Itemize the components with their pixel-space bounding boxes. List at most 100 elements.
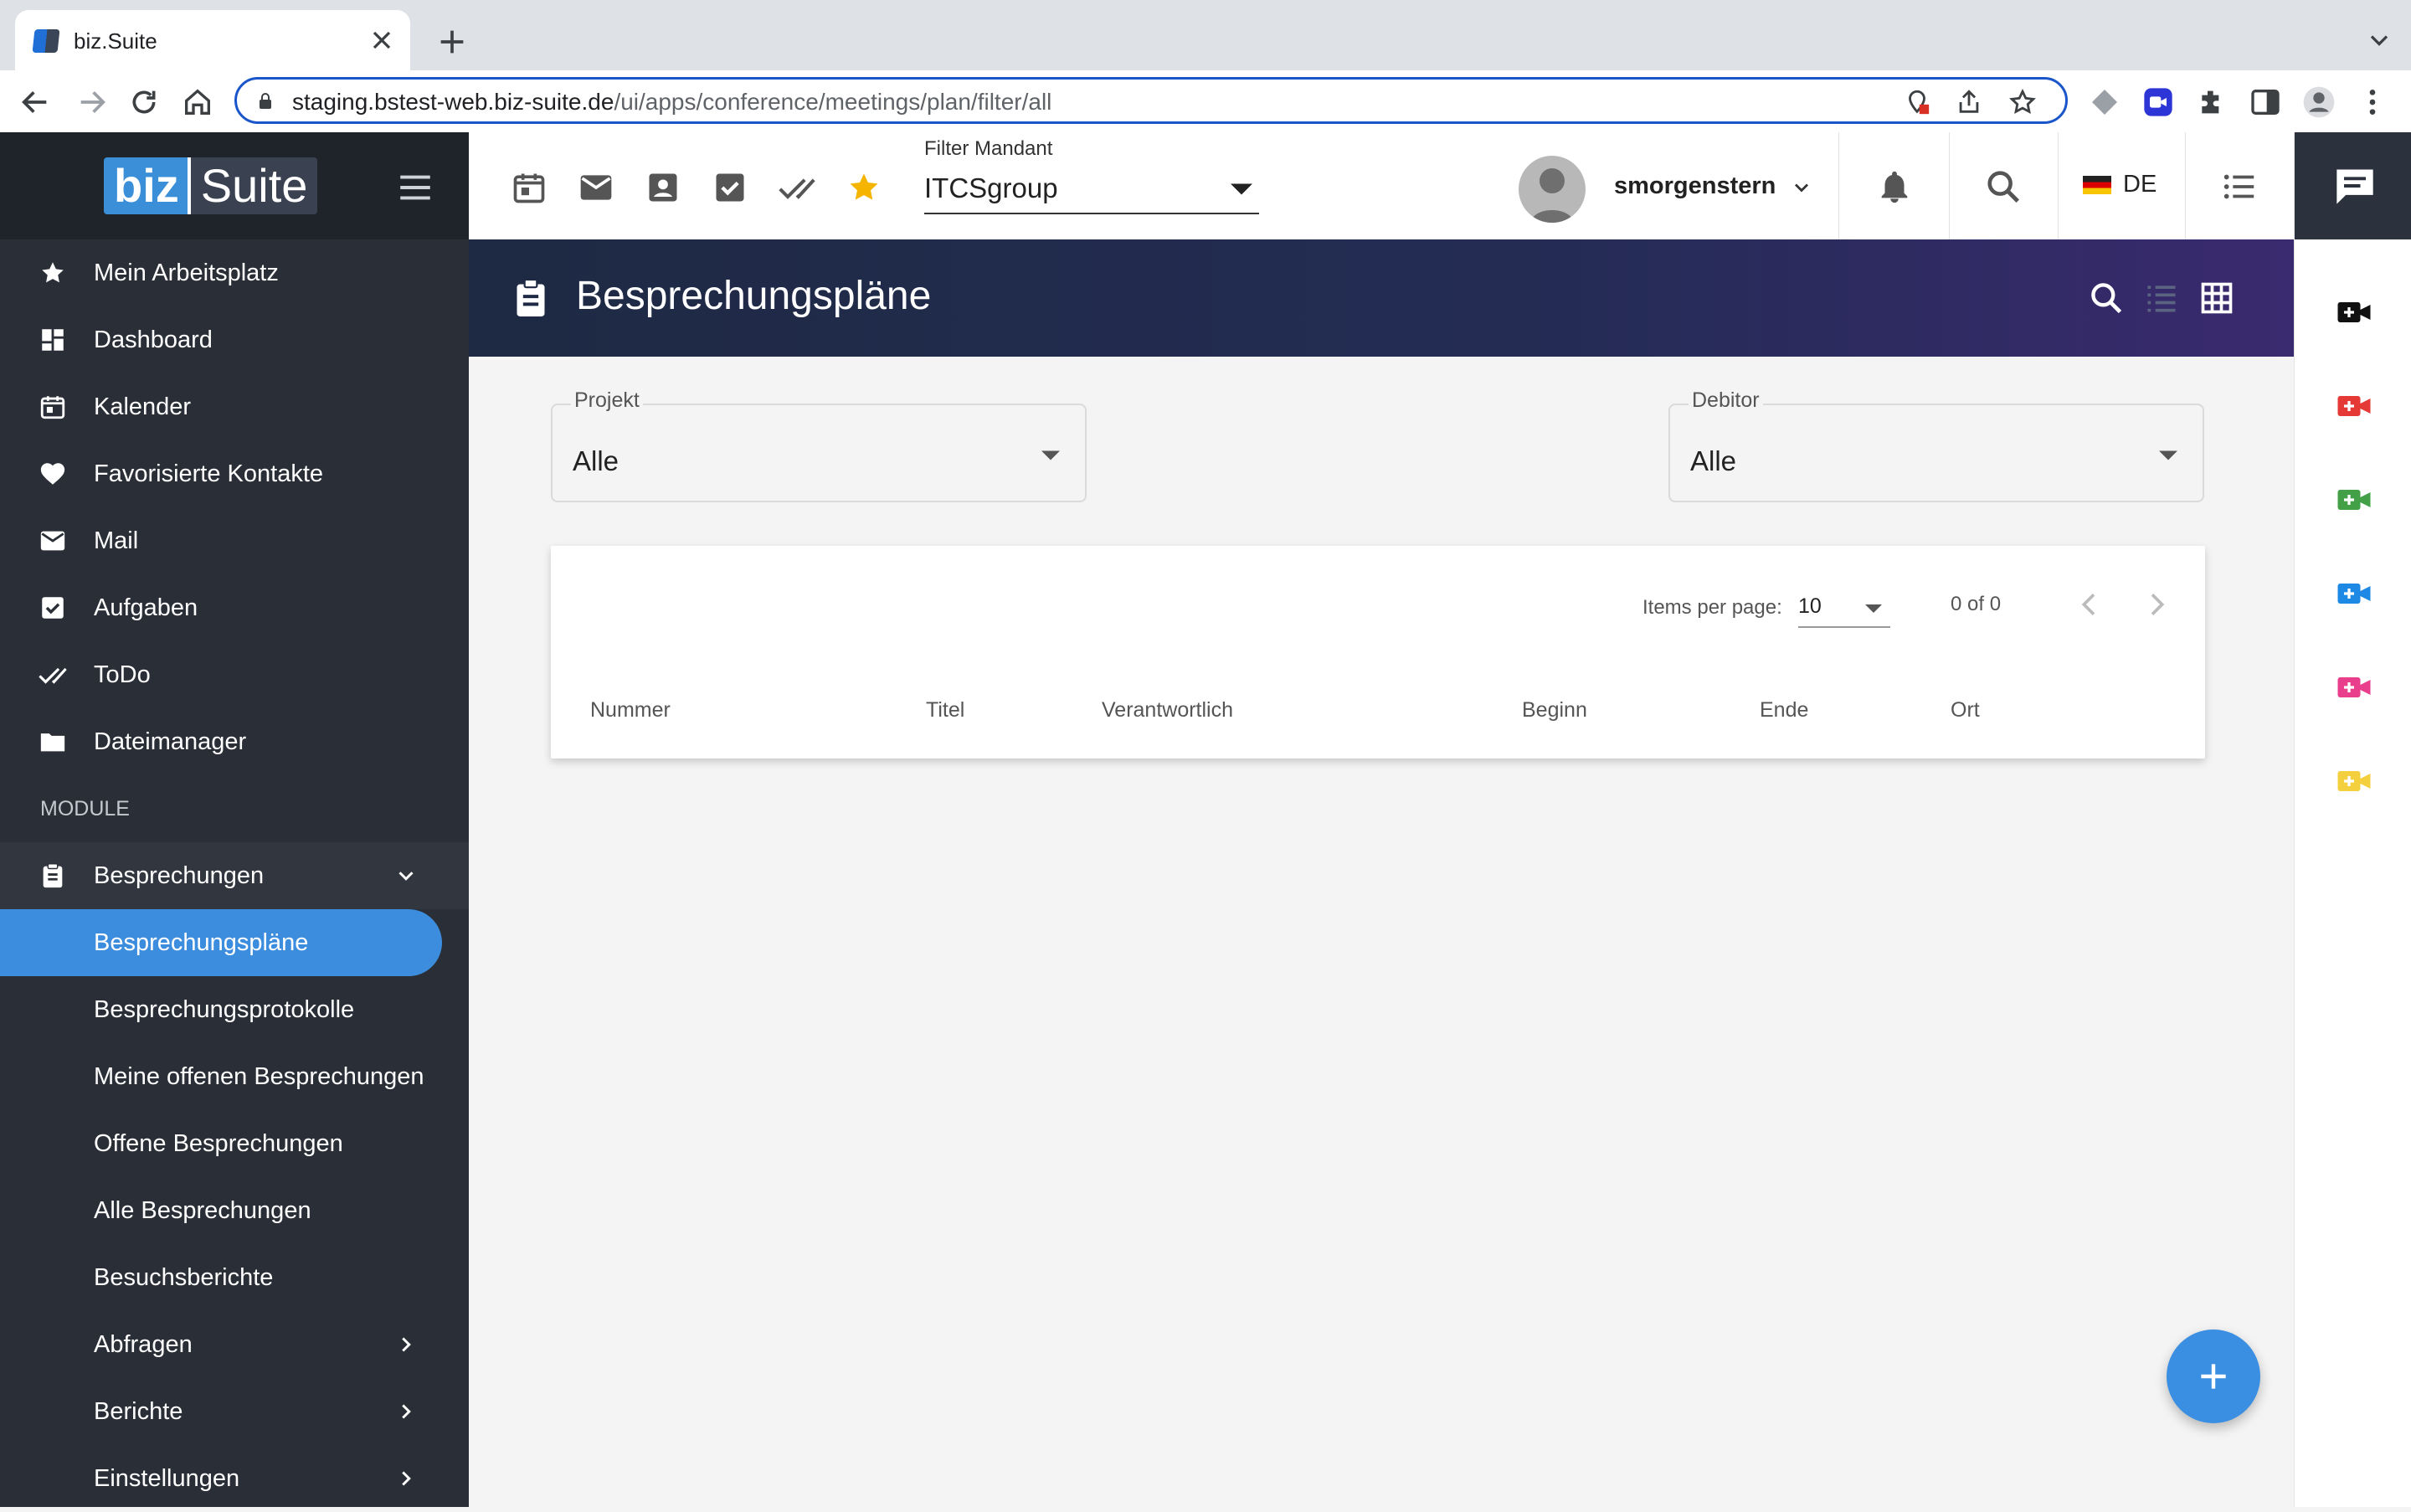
sidebar-item-besuchsberichte[interactable]: Besuchsberichte [0, 1244, 469, 1311]
user-avatar[interactable] [1519, 156, 1586, 223]
mail-icon [40, 531, 65, 551]
add-meeting-plan-button[interactable] [2167, 1329, 2260, 1423]
sidebar-item-label: Berichte [94, 1397, 183, 1425]
video-call-add-icon[interactable] [2336, 393, 2372, 419]
column-header-ort[interactable]: Ort [1951, 698, 1980, 723]
lock-icon[interactable] [255, 91, 275, 111]
sidebar-item-label: Alle Besprechungen [94, 1196, 311, 1224]
column-header-verantwortlich[interactable]: Verantwortlich [1102, 698, 1233, 723]
notification-bell-icon[interactable] [1875, 167, 1914, 206]
list-view-icon[interactable] [2143, 280, 2180, 316]
previous-page-icon[interactable] [2073, 588, 2106, 621]
extension-diamond-icon[interactable] [2088, 85, 2121, 119]
heart-icon [40, 463, 65, 485]
browser-tab[interactable]: biz.Suite [15, 10, 410, 70]
video-call-add-icon[interactable] [2336, 487, 2372, 512]
new-tab-icon[interactable] [435, 25, 469, 59]
topbar-divider [2058, 132, 2059, 239]
video-call-add-icon[interactable] [2336, 675, 2372, 700]
items-per-page-select[interactable]: 10 [1798, 588, 1890, 628]
debitor-label: Debitor [1689, 388, 1763, 413]
sidebar-item-dashboard[interactable]: Dashboard [0, 306, 469, 373]
home-icon[interactable] [181, 85, 214, 119]
bizsuite-logo[interactable]: biz Suite [104, 157, 318, 214]
dropdown-caret-icon [1041, 450, 1060, 460]
address-bar[interactable]: staging.bstest-web.biz-suite.de/ui/apps/… [234, 77, 2068, 124]
tasks-checkbox-icon[interactable] [712, 169, 748, 206]
close-tab-icon[interactable] [367, 25, 397, 55]
sidebar-item-besprechungsprotokolle[interactable]: Besprechungsprotokolle [0, 976, 469, 1043]
sidebar-item-berichte[interactable]: Berichte [0, 1378, 469, 1445]
forward-arrow-icon[interactable] [75, 85, 109, 119]
dropdown-caret-icon [2159, 450, 2177, 460]
column-header-ende[interactable]: Ende [1760, 698, 1808, 723]
calendar-icon [40, 396, 65, 419]
chevron-down-icon[interactable] [1790, 176, 1813, 199]
double-check-icon [39, 667, 67, 684]
plus-icon [2201, 1364, 2226, 1389]
dropdown-caret-icon [1865, 604, 1882, 613]
mail-icon[interactable] [578, 169, 614, 206]
column-header-beginn[interactable]: Beginn [1522, 698, 1587, 723]
sidebar-item-kalender[interactable]: Kalender [0, 373, 469, 440]
sidebar-item-offene-besprechungen[interactable]: Offene Besprechungen [0, 1110, 469, 1177]
list-menu-icon[interactable] [2220, 167, 2259, 206]
bookmark-star-icon[interactable] [2008, 88, 2037, 116]
video-call-add-icon[interactable] [2336, 581, 2372, 606]
sidebar-item-mail[interactable]: Mail [0, 507, 469, 574]
todo-double-check-icon[interactable] [779, 169, 815, 206]
column-header-titel[interactable]: Titel [926, 698, 964, 723]
projekt-select[interactable]: Projekt Alle [551, 388, 1087, 502]
sidebar-item-abfragen[interactable]: Abfragen [0, 1311, 469, 1378]
puzzle-extensions-icon[interactable] [2195, 85, 2229, 119]
favorites-star-icon[interactable] [846, 169, 882, 206]
menu-toggle-icon[interactable] [397, 174, 434, 201]
pagination-range: 0 of 0 [1951, 593, 2002, 615]
browser-menu-icon[interactable] [2356, 85, 2389, 119]
sidebar-item-favorisierte-kontakte[interactable]: Favorisierte Kontakte [0, 440, 469, 507]
german-flag-icon [2083, 175, 2111, 194]
sidebar-item-alle-besprechungen[interactable]: Alle Besprechungen [0, 1177, 469, 1244]
video-call-add-icon[interactable] [2336, 769, 2372, 794]
sidebar-item-todo[interactable]: ToDo [0, 641, 469, 708]
zoom-extension-icon[interactable] [2141, 85, 2175, 119]
sidebar-item-aufgaben[interactable]: Aufgaben [0, 574, 469, 641]
logo-part-suite: Suite [187, 157, 318, 214]
profile-icon[interactable] [2302, 85, 2336, 119]
sidebar-item-label: ToDo [94, 661, 151, 688]
language-switcher[interactable]: DE [2083, 171, 2157, 198]
star-icon [42, 262, 64, 283]
calendar-icon[interactable] [511, 169, 547, 206]
username[interactable]: smorgenstern [1614, 172, 1776, 200]
location-blocked-icon[interactable] [1903, 88, 1931, 116]
next-page-icon[interactable] [2140, 588, 2173, 621]
search-icon[interactable] [1984, 167, 2023, 206]
sidebar-item-dateimanager[interactable]: Dateimanager [0, 708, 469, 775]
tab-search-chevron-icon[interactable] [2364, 25, 2394, 55]
chat-button[interactable] [2295, 132, 2411, 239]
sidebar-item-label: Besprechungspläne [94, 928, 309, 956]
sidebar-item-meine-offenen-besprechungen[interactable]: Meine offenen Besprechungen [0, 1043, 469, 1110]
column-header-nummer[interactable]: Nummer [590, 698, 671, 723]
url-path: /ui/apps/conference/meetings/plan/filter… [614, 89, 1052, 115]
side-panel-icon[interactable] [2249, 85, 2282, 119]
items-per-page-label: Items per page: [1642, 596, 1782, 619]
grid-view-icon[interactable] [2198, 280, 2235, 316]
reload-icon[interactable] [127, 85, 161, 119]
sidebar-group-besprechungen[interactable]: Besprechungen [0, 842, 469, 909]
sidebar-item-besprechungsplaene[interactable]: Besprechungspläne [0, 909, 442, 976]
topbar-divider [1838, 132, 1839, 239]
video-call-add-icon[interactable] [2336, 300, 2372, 325]
app-topbar: Filter Mandant ITCSgroup smorgenstern DE [469, 132, 2294, 240]
mandant-filter-select[interactable]: ITCSgroup [924, 169, 1259, 214]
debitor-select[interactable]: Debitor Alle [1668, 388, 2204, 502]
back-arrow-icon[interactable] [18, 85, 52, 119]
contact-card-icon[interactable] [645, 169, 681, 206]
topbar-divider [1949, 132, 1950, 239]
meeting-plans-table: Items per page: 10 0 of 0 Nummer Titel V… [551, 546, 2205, 759]
sidebar-item-einstellungen[interactable]: Einstellungen [0, 1445, 469, 1512]
search-icon[interactable] [2088, 280, 2125, 316]
sidebar-item-mein-arbeitsplatz[interactable]: Mein Arbeitsplatz [0, 239, 469, 306]
share-icon[interactable] [1955, 88, 1983, 116]
checkbox-icon [42, 597, 64, 619]
